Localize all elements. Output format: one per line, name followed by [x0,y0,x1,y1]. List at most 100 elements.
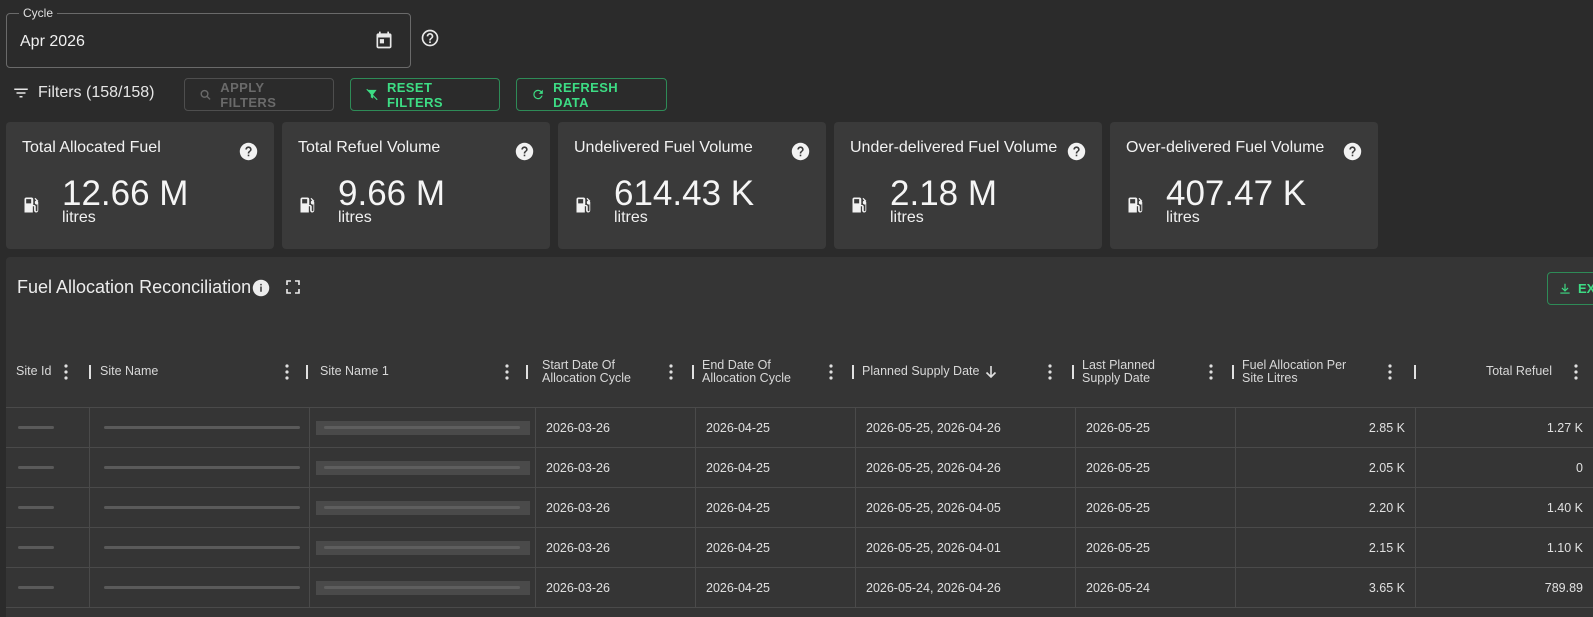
card-unit: litres [338,209,372,226]
cell-last-planned-supply-date: 2026-05-25 [1076,408,1236,447]
summary-cards: Total Allocated Fuel 12.66 M litres Tota… [6,122,1378,249]
apply-filters-label: APPLY FILTERS [220,79,277,110]
column-separator[interactable] [852,365,854,379]
column-separator[interactable] [1232,365,1234,379]
column-separator[interactable] [1072,365,1074,379]
filters-toggle[interactable]: Filters (158/158) [12,84,155,102]
cell-planned-supply-date: 2026-05-25, 2026-04-26 [856,448,1076,487]
cycle-value[interactable]: Apr 2026 [20,33,85,51]
table-header: Site Id Site Name Site Name 1 Start Date… [6,337,1593,408]
filter-icon [14,88,28,98]
cell-site-id [6,448,90,487]
cell-end-date: 2026-04-25 [696,448,856,487]
table-row[interactable]: 2026-03-26 2026-04-25 2026-05-25, 2026-0… [6,528,1593,568]
card-unit: litres [890,209,924,226]
card-unit: litres [62,209,96,226]
column-label: Site Name [100,364,159,379]
column-header-fuel-allocation[interactable]: Fuel Allocation Per Site Litres [1242,337,1422,407]
card-over-delivered-fuel-volume: Over-delivered Fuel Volume 407.47 K litr… [1110,122,1378,249]
column-label: Total Refuel [1485,364,1552,379]
table-row[interactable]: 2026-03-26 2026-04-25 2026-05-25, 2026-0… [6,408,1593,448]
column-label: Site Name 1 [320,364,389,379]
panel-title: Fuel Allocation Reconciliation [17,277,252,297]
sort-down-icon[interactable] [985,365,997,379]
cell-site-name [90,568,310,607]
help-icon[interactable] [239,142,258,161]
cell-site-id [6,488,90,527]
kebab-icon[interactable] [64,364,68,380]
card-unit: litres [1166,209,1200,226]
fuel-pump-icon [1128,197,1143,213]
reconciliation-panel: Fuel Allocation Reconciliation EX Site I… [6,257,1593,617]
cell-fuel-allocation: 2.15 K [1236,528,1416,567]
column-header-start-date[interactable]: Start Date Of Allocation Cycle [542,337,702,407]
fullscreen-icon[interactable] [285,279,301,295]
help-icon[interactable] [1343,142,1362,161]
apply-filters-button[interactable]: APPLY FILTERS [184,78,334,111]
column-separator[interactable] [1414,365,1416,379]
cell-total-refuel: 789.89 [1416,568,1593,607]
cell-fuel-allocation: 2.85 K [1236,408,1416,447]
column-header-total-refuel[interactable]: Total Refuel [1422,337,1593,407]
cell-site-id [6,568,90,607]
card-total-allocated-fuel: Total Allocated Fuel 12.66 M litres [6,122,274,249]
refresh-data-button[interactable]: REFRESH DATA [516,78,667,111]
cell-start-date: 2026-03-26 [536,448,696,487]
download-icon [1560,283,1570,294]
column-header-end-date[interactable]: End Date Of Allocation Cycle [702,337,862,407]
cell-planned-supply-date: 2026-05-25, 2026-04-05 [856,488,1076,527]
cell-last-planned-supply-date: 2026-05-25 [1076,528,1236,567]
cell-fuel-allocation: 2.20 K [1236,488,1416,527]
refresh-data-label: REFRESH DATA [553,79,619,110]
card-under-delivered-fuel-volume: Under-delivered Fuel Volume 2.18 M litre… [834,122,1102,249]
table-row[interactable]: 2026-03-26 2026-04-25 2026-05-25, 2026-0… [6,488,1593,528]
cell-end-date: 2026-04-25 [696,488,856,527]
table-row[interactable]: 2026-03-26 2026-04-25 2026-05-24, 2026-0… [6,568,1593,608]
cycle-help-icon[interactable] [420,28,440,48]
cell-planned-supply-date: 2026-05-25, 2026-04-26 [856,408,1076,447]
cell-fuel-allocation: 3.65 K [1236,568,1416,607]
cell-end-date: 2026-04-25 [696,408,856,447]
card-value: 9.66 M [338,174,445,213]
help-icon[interactable] [791,142,810,161]
column-label: End Date Of Allocation Cycle [702,357,791,385]
cell-total-refuel: 1.27 K [1416,408,1593,447]
cell-start-date: 2026-03-26 [536,528,696,567]
help-icon[interactable] [515,142,534,161]
table-row[interactable]: 2026-03-26 2026-04-25 2026-05-25, 2026-0… [6,448,1593,488]
cycle-label: Cycle [19,6,58,20]
card-value: 2.18 M [890,174,997,213]
kebab-icon[interactable] [505,364,509,380]
kebab-icon[interactable] [669,364,673,380]
calendar-icon[interactable] [374,30,394,50]
info-icon[interactable] [252,279,270,297]
kebab-icon[interactable] [285,364,289,380]
column-header-site-id[interactable]: Site Id [16,337,96,407]
card-title: Under-delivered Fuel Volume [850,139,1058,156]
column-separator[interactable] [692,365,694,379]
column-label: Site Id [16,364,52,379]
cell-last-planned-supply-date: 2026-05-24 [1076,568,1236,607]
column-header-last-planned-supply-date[interactable]: Last Planned Supply Date [1082,337,1242,407]
kebab-icon[interactable] [1574,364,1578,380]
help-icon[interactable] [1067,142,1086,161]
column-header-site-name[interactable]: Site Name [100,337,316,407]
kebab-icon[interactable] [1209,364,1213,380]
export-button[interactable]: EX [1547,272,1593,305]
column-header-planned-supply-date[interactable]: Planned Supply Date [862,337,1082,407]
reset-filters-button[interactable]: RESET FILTERS [350,78,500,111]
column-separator[interactable] [306,365,308,379]
kebab-icon[interactable] [1048,364,1052,380]
cell-site-id [6,528,90,567]
filter-off-icon [366,88,378,101]
cell-site-name-1 [310,408,536,447]
card-value: 407.47 K [1166,174,1307,213]
cell-site-name [90,408,310,447]
column-separator[interactable] [526,365,528,379]
cycle-picker[interactable]: Cycle Apr 2026 [6,6,411,68]
column-header-site-name-1[interactable]: Site Name 1 [320,337,536,407]
cell-end-date: 2026-04-25 [696,528,856,567]
kebab-icon[interactable] [829,364,833,380]
kebab-icon[interactable] [1388,364,1392,380]
column-separator[interactable] [89,365,91,379]
